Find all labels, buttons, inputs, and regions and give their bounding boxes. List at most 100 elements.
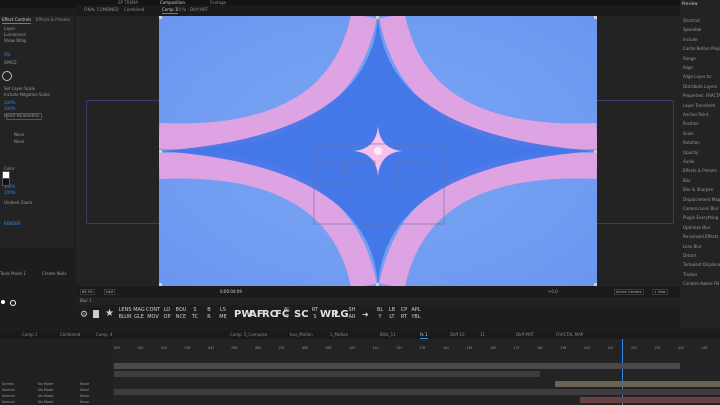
timeline-tab[interactable]: Blitz_11 (380, 332, 396, 338)
comp-tab[interactable]: Combined (124, 7, 144, 13)
track-bar-2[interactable] (114, 371, 540, 377)
exposure-offset[interactable]: +0.0 (548, 289, 558, 294)
effect-row[interactable]: Luminance (4, 32, 26, 37)
right-panel-row[interactable]: Plugin Everything (683, 215, 718, 220)
track-bar-4[interactable] (114, 389, 720, 395)
right-panel-row[interactable]: Audio (683, 159, 694, 164)
angle-dial[interactable] (2, 71, 12, 81)
export-icon[interactable]: ➜ (362, 310, 369, 319)
effect-row[interactable]: Include Negative Scale (4, 92, 50, 97)
effect-row[interactable]: 0% (4, 52, 10, 57)
timeline-tab[interactable]: Combined (60, 332, 80, 338)
timeline-tab[interactable]: Dkff 10 (450, 332, 465, 338)
track-bar-3[interactable] (555, 381, 720, 387)
effect-row[interactable]: Show Wrap (4, 38, 26, 43)
right-panel-row[interactable]: Position (683, 121, 699, 126)
views-dropdown[interactable]: 1 View (652, 289, 668, 295)
tool-button[interactable]: APL YBL (410, 307, 422, 321)
document-icon[interactable] (93, 310, 99, 318)
right-panel-row[interactable]: Scale (683, 131, 694, 136)
comp-canvas[interactable] (159, 16, 597, 286)
timeline-tab[interactable]: 1_Motion (330, 332, 348, 338)
timeline-tab[interactable]: Comp 1 (22, 332, 38, 338)
right-panel-row[interactable]: Turbulent Displace (683, 262, 720, 267)
right-panel-row[interactable]: Displacement Map (683, 197, 720, 202)
timeline-tab[interactable]: 5_Compose (244, 332, 267, 338)
effect-row[interactable]: 100% (4, 100, 15, 105)
right-panel-row[interactable]: Distort (683, 253, 697, 258)
star-icon[interactable]: ★ (105, 308, 114, 319)
effect-row[interactable]: None (14, 132, 24, 137)
timecode[interactable]: 0:00:04:09 (220, 289, 242, 294)
tab-effect-controls[interactable]: Effect Controls (2, 17, 32, 24)
camera-dropdown[interactable]: Active Camera (614, 289, 644, 295)
timeline-tab[interactable]: FRACTAL MAP (556, 332, 583, 338)
tool-button[interactable]: BOU NCE (174, 307, 188, 321)
record-icon[interactable] (1, 300, 5, 304)
gear-icon[interactable]: ⚙ (80, 310, 88, 320)
quality-dropdown[interactable]: Half (104, 289, 115, 295)
reset-button[interactable] (6, 113, 42, 120)
track-bar-1[interactable] (114, 363, 680, 369)
right-panel-row[interactable]: Align (683, 65, 693, 70)
tool-button[interactable]: MAG GLE (132, 307, 146, 321)
tool-button[interactable]: CP RT (398, 307, 410, 321)
tool-button[interactable]: AL T (282, 307, 292, 321)
right-panel-row[interactable]: Layer Transform (683, 103, 715, 108)
tool-button[interactable]: CONT MOV (146, 307, 160, 321)
right-panel-row[interactable]: Anchor Point (683, 112, 708, 117)
right-panel-row[interactable]: Re-Lensed Effects (683, 234, 719, 239)
right-panel-row[interactable]: Spacebar (683, 27, 702, 32)
timeline-tab[interactable]: Comp (96, 332, 108, 338)
timeline-tab[interactable]: Comp (230, 332, 242, 338)
tool-button[interactable]: BL Y (374, 307, 386, 321)
tool-button[interactable]: LB LT (386, 307, 398, 321)
target-icon[interactable] (10, 300, 16, 306)
effect-row[interactable]: 100% (4, 190, 15, 195)
effect-row[interactable]: Set Layer Scale (4, 86, 35, 91)
right-panel-row[interactable]: Distribute Layers (683, 84, 717, 89)
right-panel-row[interactable]: Effects & Presets (683, 168, 717, 173)
right-panel-row[interactable]: Shortcut (683, 18, 700, 23)
timeline-tab[interactable]: fx 1 (420, 332, 428, 339)
right-panel-row[interactable]: Blur (683, 178, 691, 183)
track-bar-5[interactable] (580, 397, 720, 403)
effect-row[interactable]: 100% (4, 106, 15, 111)
tool-button[interactable]: BR (202, 307, 216, 321)
effect-row[interactable]: None (14, 139, 24, 144)
comp-tab[interactable]: FINAL COMBINED (84, 7, 119, 13)
layer-parent[interactable]: None (80, 399, 89, 405)
right-panel-row[interactable]: Align Layer to: (683, 74, 712, 79)
right-panel-row[interactable]: Range (683, 56, 696, 61)
tool-button[interactable]: SH AR (347, 307, 357, 321)
right-panel-row[interactable]: Cache Before Playback (683, 46, 720, 51)
timeline-tab[interactable]: bus_Motion (290, 332, 313, 338)
layer-trkmat[interactable]: No Mode (38, 399, 53, 405)
right-panel-row[interactable]: Properties: FRACTAL MAP (683, 93, 720, 98)
zoom-dropdown[interactable]: 66.5% (80, 289, 96, 295)
color-swatch-2[interactable] (2, 178, 10, 186)
comp-tab[interactable]: Dkff MAT (190, 7, 208, 13)
tool-button[interactable]: LS ME (216, 307, 230, 321)
timeline-tab[interactable]: 4 (110, 332, 113, 338)
right-panel-row[interactable]: Opacity (683, 150, 698, 155)
effect-row[interactable]: Layer (4, 26, 15, 31)
right-panel-row[interactable]: Rotation (683, 140, 700, 145)
tool-big-button[interactable]: SC (294, 309, 309, 320)
effect-row[interactable]: Undeed Zoom (4, 200, 32, 205)
tool-button[interactable]: S TC (188, 307, 202, 321)
layer-mode[interactable]: Normal (2, 399, 15, 405)
right-panel-row[interactable]: Include (683, 37, 698, 42)
right-panel-row[interactable]: Lens Blur (683, 244, 702, 249)
effect-row[interactable]: RENDER (4, 221, 21, 226)
right-panel-row[interactable]: Blur & Sharpen (683, 187, 713, 192)
right-panel-row[interactable]: Camera Lens Blur (683, 206, 719, 211)
playhead[interactable] (622, 339, 623, 405)
right-panel-row[interactable]: Content-Aware Fill (683, 281, 719, 286)
tool-button[interactable]: LENS BLUR (118, 307, 132, 321)
right-panel-row[interactable]: Optimize Blur (683, 225, 710, 230)
tool-button[interactable]: LO OP (160, 307, 174, 321)
timeline-tab[interactable]: Dkff MAT (516, 332, 534, 338)
comp-tab[interactable]: 10 fx (176, 7, 186, 13)
tab-effects-presets[interactable]: Effects & Presets (36, 17, 70, 23)
